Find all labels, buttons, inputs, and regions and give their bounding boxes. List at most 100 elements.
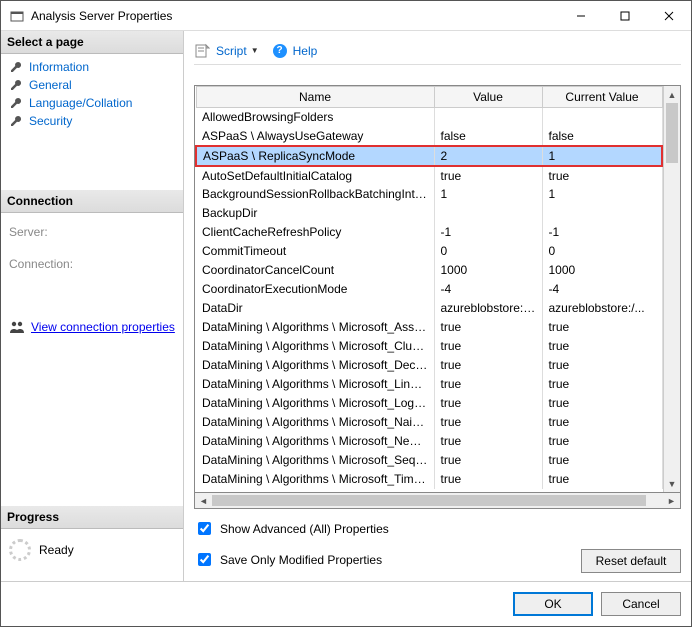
cell-current[interactable]: true <box>542 470 662 489</box>
table-row[interactable]: DataMining \ Algorithms \ Microsoft_Line… <box>196 375 662 394</box>
cell-name[interactable]: DataMining \ Algorithms \ Microsoft_Line… <box>196 375 434 394</box>
cell-value[interactable]: true <box>434 337 542 356</box>
scroll-down-icon[interactable]: ▼ <box>664 475 680 492</box>
cell-current[interactable]: true <box>542 166 662 185</box>
table-row[interactable]: AutoSetDefaultInitialCatalogtruetrue <box>196 166 662 185</box>
cell-value[interactable]: true <box>434 356 542 375</box>
cell-value[interactable]: true <box>434 470 542 489</box>
cell-value[interactable]: -1 <box>434 223 542 242</box>
ok-button[interactable]: OK <box>513 592 593 616</box>
view-connection-properties-link[interactable]: View connection properties <box>1 311 183 343</box>
cell-value[interactable]: 0 <box>434 242 542 261</box>
cell-name[interactable]: DataMining \ Algorithms \ Microsoft_Deci… <box>196 356 434 375</box>
minimize-button[interactable] <box>559 1 603 31</box>
cell-name[interactable]: BackupDir <box>196 204 434 223</box>
col-header-value[interactable]: Value <box>434 87 542 108</box>
cell-current[interactable]: true <box>542 413 662 432</box>
cell-value[interactable] <box>434 108 542 127</box>
table-row[interactable]: CoordinatorExecutionMode-4-4 <box>196 280 662 299</box>
page-list-label[interactable]: Information <box>29 60 89 74</box>
table-row[interactable]: DataMining \ Algorithms \ Microsoft_Naiv… <box>196 413 662 432</box>
table-row[interactable]: DataMining \ Algorithms \ Microsoft_Deci… <box>196 356 662 375</box>
cell-value[interactable]: true <box>434 432 542 451</box>
reset-default-button[interactable]: Reset default <box>581 549 681 573</box>
page-list-label[interactable]: General <box>29 78 72 92</box>
table-row[interactable]: ClientCacheRefreshPolicy-1-1 <box>196 223 662 242</box>
script-button[interactable]: Script <box>216 44 247 58</box>
close-button[interactable] <box>647 1 691 31</box>
page-list-item[interactable]: General <box>1 76 183 94</box>
page-list-item[interactable]: Language/Collation <box>1 94 183 112</box>
cell-current[interactable]: true <box>542 451 662 470</box>
cell-current[interactable]: 0 <box>542 242 662 261</box>
cell-name[interactable]: CoordinatorExecutionMode <box>196 280 434 299</box>
cell-value[interactable] <box>434 204 542 223</box>
table-row[interactable]: CommitTimeout00 <box>196 242 662 261</box>
maximize-button[interactable] <box>603 1 647 31</box>
view-connection-properties-text[interactable]: View connection properties <box>31 320 175 334</box>
cell-current[interactable]: true <box>542 318 662 337</box>
cell-name[interactable]: DataMining \ Algorithms \ Microsoft_Sequ… <box>196 451 434 470</box>
scroll-up-icon[interactable]: ▲ <box>664 86 680 103</box>
cell-name[interactable]: DataMining \ Algorithms \ Microsoft_Neur… <box>196 432 434 451</box>
table-row[interactable]: DataMining \ Algorithms \ Microsoft_Clus… <box>196 337 662 356</box>
cell-current[interactable]: true <box>542 394 662 413</box>
show-advanced-checkbox[interactable]: Show Advanced (All) Properties <box>194 519 681 538</box>
cell-current[interactable]: -1 <box>542 223 662 242</box>
cell-current[interactable] <box>542 204 662 223</box>
table-row[interactable]: DataDirazureblobstore:/...azureblobstore… <box>196 299 662 318</box>
cell-current[interactable]: false <box>542 127 662 146</box>
vertical-scrollbar[interactable]: ▲ ▼ <box>663 86 680 492</box>
cell-name[interactable]: AutoSetDefaultInitialCatalog <box>196 166 434 185</box>
cancel-button[interactable]: Cancel <box>601 592 681 616</box>
script-dropdown-icon[interactable]: ▼ <box>251 46 259 55</box>
table-row[interactable]: AllowedBrowsingFolders <box>196 108 662 127</box>
page-list-label[interactable]: Language/Collation <box>29 96 132 110</box>
cell-name[interactable]: ClientCacheRefreshPolicy <box>196 223 434 242</box>
cell-value[interactable]: false <box>434 127 542 146</box>
cell-current[interactable]: azureblobstore:/... <box>542 299 662 318</box>
help-button[interactable]: Help <box>293 44 318 58</box>
table-row[interactable]: CoordinatorCancelCount10001000 <box>196 261 662 280</box>
scroll-left-icon[interactable]: ◄ <box>195 493 212 508</box>
cell-name[interactable]: DataMining \ Algorithms \ Microsoft_Clus… <box>196 337 434 356</box>
cell-name[interactable]: DataMining \ Algorithms \ Microsoft_Logi… <box>196 394 434 413</box>
cell-value[interactable]: azureblobstore:/... <box>434 299 542 318</box>
hscroll-thumb[interactable] <box>212 495 646 506</box>
table-row[interactable]: ASPaaS \ AlwaysUseGatewayfalsefalse <box>196 127 662 146</box>
cell-name[interactable]: DataMining \ Algorithms \ Microsoft_Asso… <box>196 318 434 337</box>
cell-value[interactable]: true <box>434 375 542 394</box>
table-row[interactable]: DataMining \ Algorithms \ Microsoft_Asso… <box>196 318 662 337</box>
cell-value[interactable]: true <box>434 413 542 432</box>
cell-value[interactable]: -4 <box>434 280 542 299</box>
table-row[interactable]: DataMining \ Algorithms \ Microsoft_Logi… <box>196 394 662 413</box>
cell-current[interactable]: -4 <box>542 280 662 299</box>
show-advanced-input[interactable] <box>198 522 211 535</box>
table-row[interactable]: DataMining \ Algorithms \ Microsoft_Neur… <box>196 432 662 451</box>
cell-value[interactable]: true <box>434 166 542 185</box>
cell-value[interactable]: true <box>434 394 542 413</box>
scroll-thumb[interactable] <box>666 103 678 163</box>
table-row[interactable]: BackgroundSessionRollbackBatchingInterva… <box>196 185 662 204</box>
col-header-name[interactable]: Name <box>196 87 434 108</box>
cell-name[interactable]: ASPaaS \ ReplicaSyncMode <box>196 146 434 166</box>
col-header-current[interactable]: Current Value <box>542 87 662 108</box>
page-list-item[interactable]: Security <box>1 112 183 130</box>
horizontal-scrollbar[interactable]: ◄ ► <box>194 493 681 509</box>
cell-current[interactable]: 1 <box>542 185 662 204</box>
cell-name[interactable]: BackgroundSessionRollbackBatchingInterva… <box>196 185 434 204</box>
cell-current[interactable]: true <box>542 337 662 356</box>
cell-name[interactable]: ASPaaS \ AlwaysUseGateway <box>196 127 434 146</box>
cell-current[interactable]: 1000 <box>542 261 662 280</box>
cell-name[interactable]: DataDir <box>196 299 434 318</box>
cell-name[interactable]: CommitTimeout <box>196 242 434 261</box>
cell-name[interactable]: AllowedBrowsingFolders <box>196 108 434 127</box>
scroll-right-icon[interactable]: ► <box>663 493 680 508</box>
cell-value[interactable]: true <box>434 318 542 337</box>
cell-value[interactable]: true <box>434 451 542 470</box>
cell-current[interactable]: true <box>542 432 662 451</box>
cell-value[interactable]: 1000 <box>434 261 542 280</box>
cell-current[interactable]: true <box>542 375 662 394</box>
table-row[interactable]: DataMining \ Algorithms \ Microsoft_Time… <box>196 470 662 489</box>
cell-name[interactable]: DataMining \ Algorithms \ Microsoft_Time… <box>196 470 434 489</box>
